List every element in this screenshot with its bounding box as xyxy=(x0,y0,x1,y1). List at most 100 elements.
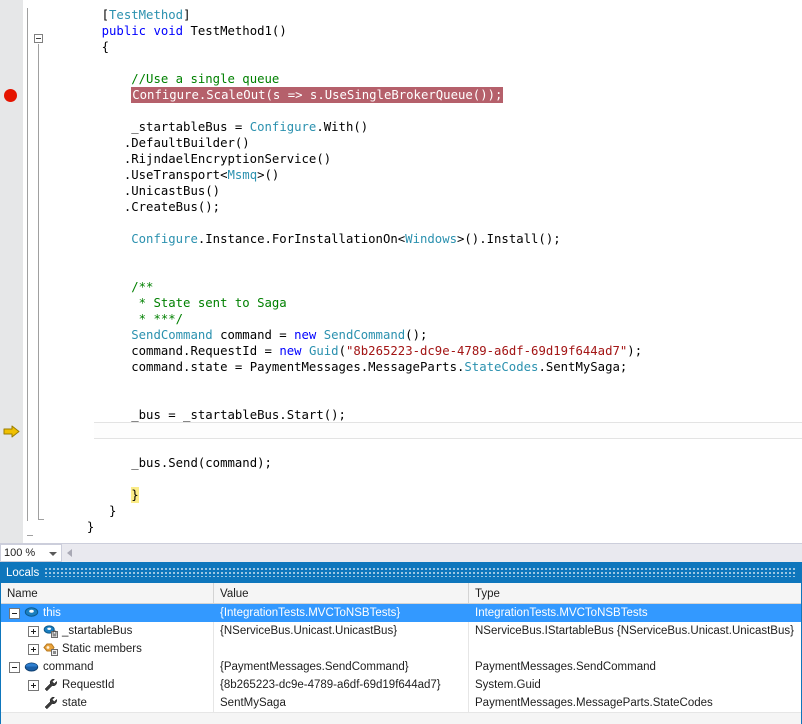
locals-grid-body[interactable]: this {IntegrationTests.MVCToNSBTests} Inte… xyxy=(1,604,801,712)
locals-row[interactable]: _startableBus {NServiceBus.Unicast.Unicas… xyxy=(1,622,801,640)
locals-cell-value[interactable]: SentMySaga xyxy=(214,694,469,712)
breakpoint-margin[interactable] xyxy=(0,0,23,543)
private-field-icon xyxy=(43,624,58,638)
code-line[interactable]: /** xyxy=(47,279,802,295)
expand-node-button[interactable] xyxy=(28,625,39,637)
code-line[interactable]: .DefaultBuilder() xyxy=(47,135,802,151)
locals-grid-header: Name Value Type xyxy=(1,583,801,604)
locals-cell-value[interactable] xyxy=(214,640,469,658)
code-editor[interactable]: [TestMethod] public void TestMethod1() {… xyxy=(0,0,802,543)
locals-title-label: Locals xyxy=(6,566,40,579)
class-object-icon xyxy=(24,606,39,620)
collapse-node-button[interactable] xyxy=(9,661,20,673)
locals-cell-value[interactable]: {IntegrationTests.MVCToNSBTests} xyxy=(214,604,469,622)
code-line[interactable] xyxy=(47,391,802,407)
code-token: * ***/ xyxy=(138,312,184,326)
locals-cell-name[interactable]: this xyxy=(1,604,214,622)
code-token: new xyxy=(294,328,317,342)
locals-cell-type: NServiceBus.IStartableBus {NServiceBus.U… xyxy=(475,625,794,637)
expand-node-button[interactable] xyxy=(28,679,39,691)
variable-name-label: _startableBus xyxy=(62,625,133,637)
code-token: .DefaultBuilder() xyxy=(123,136,250,150)
code-token: StateCodes xyxy=(464,360,539,374)
outline-guide-line-outer xyxy=(27,8,28,521)
code-token: .UseTransport< xyxy=(123,168,228,182)
code-line[interactable]: command.state = PaymentMessages.MessageP… xyxy=(47,359,802,375)
code-line[interactable] xyxy=(47,247,802,263)
zoom-level-dropdown[interactable]: 100 % xyxy=(0,544,62,562)
code-line[interactable] xyxy=(47,423,802,439)
code-line[interactable]: Configure.Instance.ForInstallationOn<Win… xyxy=(47,231,802,247)
horizontal-scrollbar[interactable] xyxy=(62,543,802,563)
code-token: ); xyxy=(627,344,643,358)
code-line[interactable]: * State sent to Saga xyxy=(47,295,802,311)
code-line[interactable] xyxy=(47,103,802,119)
code-line[interactable] xyxy=(47,215,802,231)
locals-cell-name[interactable]: RequestId xyxy=(1,676,214,694)
variable-name-label: Static members xyxy=(62,643,142,655)
window-drag-grip[interactable] xyxy=(45,568,797,577)
locals-title-bar[interactable]: Locals xyxy=(1,562,801,583)
code-line[interactable] xyxy=(47,263,802,279)
code-line[interactable]: public void TestMethod1() xyxy=(47,23,802,39)
code-token: Configure xyxy=(249,120,317,134)
code-line[interactable]: //Use a single queue xyxy=(47,71,802,87)
code-line[interactable]: } xyxy=(47,503,802,519)
code-token: TestMethod1() xyxy=(183,24,287,38)
locals-row[interactable]: this {IntegrationTests.MVCToNSBTests} Inte… xyxy=(1,604,801,622)
code-line[interactable]: .UseTransport<Msmq>() xyxy=(47,167,802,183)
code-line[interactable]: SendCommand command = new SendCommand(); xyxy=(47,327,802,343)
code-line[interactable] xyxy=(47,471,802,487)
code-line[interactable]: .UnicastBus() xyxy=(47,183,802,199)
variable-name-label: this xyxy=(43,607,61,619)
expand-node-button[interactable] xyxy=(28,643,39,655)
code-line[interactable] xyxy=(47,55,802,71)
code-line[interactable]: } xyxy=(47,519,802,535)
column-header-value[interactable]: Value xyxy=(214,583,469,604)
column-header-type[interactable]: Type xyxy=(469,583,801,604)
code-line[interactable]: command.RequestId = new Guid("8b265223-d… xyxy=(47,343,802,359)
scroll-left-button[interactable] xyxy=(62,544,77,563)
locals-cell-name[interactable]: state xyxy=(1,694,214,712)
code-line[interactable]: { xyxy=(47,39,802,55)
outline-collapse-box[interactable] xyxy=(34,34,43,43)
breakpoint-glyph-icon[interactable] xyxy=(4,89,17,102)
code-line[interactable]: .RijndaelEncryptionService() xyxy=(47,151,802,167)
code-line[interactable] xyxy=(47,439,802,455)
locals-cell-name[interactable]: Static members xyxy=(1,640,214,658)
locals-cell-value[interactable]: {PaymentMessages.SendCommand} xyxy=(214,658,469,676)
locals-cell-type: System.Guid xyxy=(475,679,541,691)
variable-name-label: state xyxy=(62,697,87,709)
code-surface[interactable]: [TestMethod] public void TestMethod1() {… xyxy=(47,0,802,543)
code-line[interactable]: Configure.ScaleOut(s => s.UseSingleBroke… xyxy=(47,87,802,103)
code-token: .With() xyxy=(316,120,369,134)
code-line[interactable]: _bus = _startableBus.Start(); xyxy=(47,407,802,423)
code-token: command = xyxy=(212,328,295,342)
code-line[interactable]: _startableBus = Configure.With() xyxy=(47,119,802,135)
code-text[interactable]: [TestMethod] public void TestMethod1() {… xyxy=(47,7,802,535)
locals-cell-value[interactable]: {NServiceBus.Unicast.UnicastBus} xyxy=(214,622,469,640)
locals-cell-type: IntegrationTests.MVCToNSBTests xyxy=(475,607,648,619)
locals-grid-empty-area xyxy=(1,712,801,724)
locals-cell-value[interactable]: {8b265223-dc9e-4789-a6df-69d19f644ad7} xyxy=(214,676,469,694)
code-line[interactable]: _bus.Send(command); xyxy=(47,455,802,471)
locals-row[interactable]: command {PaymentMessages.SendCommand} Paym… xyxy=(1,658,801,676)
locals-row[interactable]: Static members xyxy=(1,640,801,658)
code-line[interactable] xyxy=(47,375,802,391)
chevron-down-icon[interactable] xyxy=(49,552,57,556)
code-line[interactable]: } xyxy=(47,487,802,503)
collapse-node-button[interactable] xyxy=(9,607,20,619)
code-token: _bus = _startableBus.Start(); xyxy=(131,408,346,422)
column-header-name[interactable]: Name xyxy=(1,583,214,604)
code-line[interactable]: [TestMethod] xyxy=(47,7,802,23)
locals-row[interactable]: state SentMySaga PaymentMessages.MessagePa… xyxy=(1,694,801,712)
code-line[interactable]: * ***/ xyxy=(47,311,802,327)
locals-cell-name[interactable]: _startableBus xyxy=(1,622,214,640)
code-token: command.RequestId = xyxy=(131,344,280,358)
locals-cell-name[interactable]: command xyxy=(1,658,214,676)
code-line[interactable]: .CreateBus(); xyxy=(47,199,802,215)
code-token: >().Install(); xyxy=(457,232,561,246)
locals-row[interactable]: RequestId {8b265223-dc9e-4789-a6df-69d19f… xyxy=(1,676,801,694)
outlining-margin[interactable] xyxy=(23,0,47,543)
